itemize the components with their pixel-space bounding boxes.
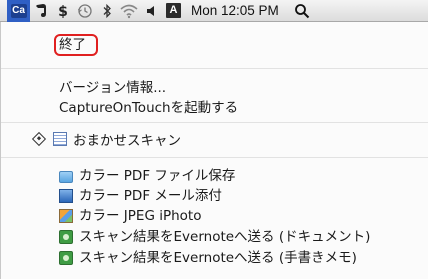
evernote-icon: [59, 230, 73, 244]
menu-item-about-label: バージョン情報...: [59, 80, 167, 96]
menu-separator: [1, 68, 428, 69]
menu-item-launch[interactable]: CaptureOnTouchを起動する: [59, 98, 238, 118]
folder-icon: [59, 170, 73, 183]
menu-separator: [1, 122, 428, 123]
menu-bar: Ca $ A Mon 12:05 PM: [0, 0, 428, 22]
menu-item-quit-label: 終了: [59, 37, 86, 53]
evernote-icon[interactable]: [30, 0, 52, 22]
menu-item-auto-scan-label: おまかせスキャン: [73, 133, 181, 149]
document-icon: [53, 132, 67, 146]
dollar-sign-icon[interactable]: $: [52, 0, 74, 22]
menu-item-job-3[interactable]: カラー JPEG iPhoto: [59, 206, 201, 226]
mail-attachment-icon: [59, 189, 73, 203]
menu-item-job-4[interactable]: スキャン結果をEvernoteへ送る (ドキュメント): [59, 227, 370, 247]
input-method-indicator[interactable]: A: [162, 0, 185, 22]
menu-item-job-1[interactable]: カラー PDF ファイル保存: [59, 166, 235, 186]
wifi-icon[interactable]: [118, 0, 140, 22]
iphoto-icon: [59, 209, 73, 223]
volume-icon[interactable]: [140, 0, 162, 22]
captureontouch-app-icon: Ca: [10, 3, 27, 18]
menu-item-job-label: カラー PDF メール添付: [79, 188, 222, 204]
menu-item-quit[interactable]: 終了: [59, 35, 86, 55]
menu-item-auto-scan[interactable]: おまかせスキャン: [30, 129, 181, 149]
menu-item-job-label: スキャン結果をEvernoteへ送る (ドキュメント): [79, 229, 371, 245]
menu-item-job-2[interactable]: カラー PDF メール添付: [59, 186, 222, 206]
bluetooth-icon[interactable]: [96, 0, 118, 22]
svg-text:$: $: [58, 4, 68, 19]
time-machine-icon[interactable]: [74, 0, 96, 22]
menu-item-job-5[interactable]: スキャン結果をEvernoteへ送る (手書きメモ): [59, 248, 357, 268]
menu-separator: [1, 157, 428, 158]
menu-item-job-label: カラー JPEG iPhoto: [79, 208, 202, 224]
menubar-clock[interactable]: Mon 12:05 PM: [191, 0, 279, 22]
menu-item-about[interactable]: バージョン情報...: [59, 78, 166, 98]
selected-diamond-icon: [31, 131, 47, 147]
menu-item-job-label: カラー PDF ファイル保存: [79, 168, 236, 184]
evernote-icon: [59, 251, 73, 265]
input-method-icon: A: [166, 3, 181, 18]
menu-item-job-label: スキャン結果をEvernoteへ送る (手書きメモ): [79, 250, 357, 266]
search-icon[interactable]: [291, 0, 313, 22]
menu-item-launch-label: CaptureOnTouchを起動する: [59, 100, 239, 116]
captureontouch-menu-extra[interactable]: Ca: [7, 0, 30, 22]
